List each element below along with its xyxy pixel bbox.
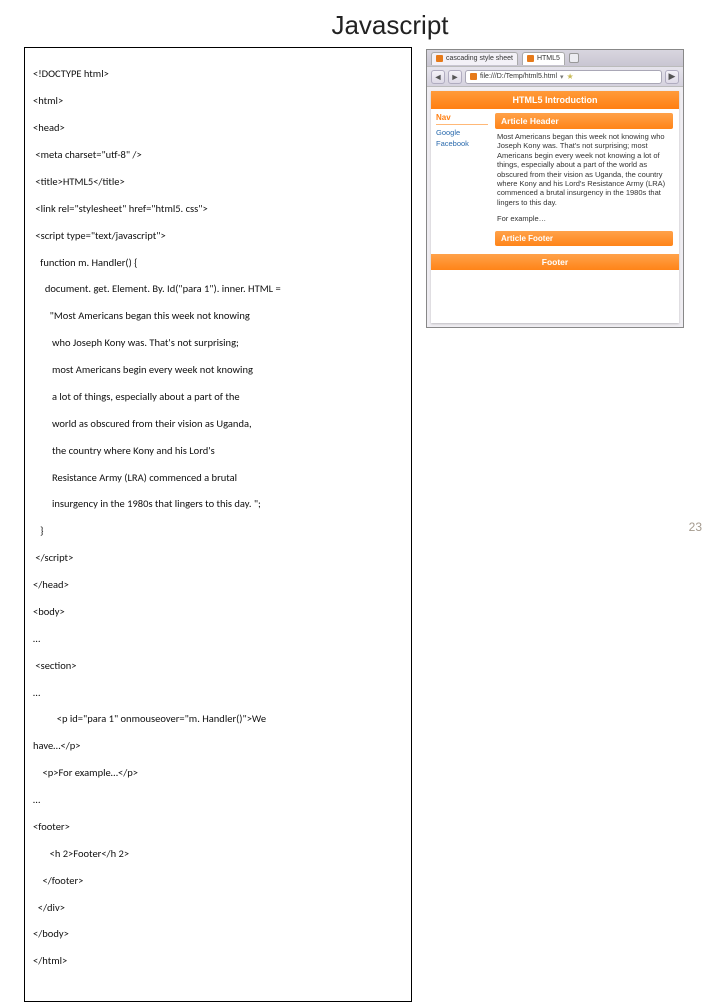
slide-title: Javascript (60, 0, 720, 47)
nav-link[interactable]: Facebook (436, 139, 488, 148)
go-button[interactable]: ▶ (665, 70, 679, 84)
dropdown-icon[interactable]: ▾ (560, 73, 564, 81)
address-bar[interactable]: file:///D:/Temp/html5.html ▾ ★ (465, 70, 662, 84)
forward-button[interactable]: ► (448, 70, 462, 84)
viewport: HTML5 Introduction Nav Google Facebook A… (427, 86, 683, 327)
tab-inactive[interactable]: cascading style sheet (431, 52, 518, 65)
code-line: most Americans begin every week not know… (33, 363, 403, 376)
tab-active[interactable]: HTML5 (522, 52, 565, 65)
code-line: <title>HTML5</title> (33, 175, 403, 188)
browser-mockup: cascading style sheet HTML5 ◄ ► file:///… (426, 49, 684, 1002)
article: Article Header Most Americans began this… (493, 109, 679, 250)
page-banner: HTML5 Introduction (431, 91, 679, 109)
code-line: Resistance Army (LRA) commenced a brutal (33, 471, 403, 484)
article-paragraph: For example… (495, 211, 673, 227)
rendered-page: HTML5 Introduction Nav Google Facebook A… (431, 91, 679, 323)
code-listing: <!DOCTYPE html> <html> <head> <meta char… (24, 47, 412, 1002)
code-line: <footer> (33, 820, 403, 833)
code-line: <head> (33, 121, 403, 134)
back-button[interactable]: ◄ (431, 70, 445, 84)
code-line: </script> (33, 551, 403, 564)
article-paragraph[interactable]: Most Americans began this week not knowi… (495, 129, 673, 211)
code-line: </body> (33, 927, 403, 940)
toolbar: ◄ ► file:///D:/Temp/html5.html ▾ ★ ▶ (427, 66, 683, 86)
code-line: the country where Kony and his Lord's (33, 444, 403, 457)
page-footer: Footer (431, 254, 679, 270)
code-line: } (33, 524, 403, 537)
code-line: <meta charset="utf-8" /> (33, 148, 403, 161)
nav-header: Nav (436, 113, 488, 125)
code-line: insurgency in the 1980s that lingers to … (33, 497, 403, 510)
article-header: Article Header (495, 113, 673, 129)
code-line: </html> (33, 954, 403, 967)
bookmark-icon[interactable]: ★ (567, 72, 574, 81)
code-line: </head> (33, 578, 403, 591)
favicon-icon (436, 55, 443, 62)
browser-window: cascading style sheet HTML5 ◄ ► file:///… (426, 49, 684, 328)
code-line: <p>For example…</p> (33, 766, 403, 779)
url-favicon-icon (470, 73, 477, 80)
code-line: <h 2>Footer</h 2> (33, 847, 403, 860)
content-row: <!DOCTYPE html> <html> <head> <meta char… (0, 47, 720, 1002)
code-line: … (33, 686, 403, 699)
nav-link[interactable]: Google (436, 128, 488, 137)
slide-number: 23 (689, 520, 702, 534)
favicon-icon (527, 55, 534, 62)
tab-label: cascading style sheet (446, 55, 513, 62)
tab-label: HTML5 (537, 55, 560, 62)
nav-sidebar: Nav Google Facebook (431, 109, 493, 250)
code-line: a lot of things, especially about a part… (33, 390, 403, 403)
code-line: world as obscured from their vision as U… (33, 417, 403, 430)
code-line: "Most Americans began this week not know… (33, 309, 403, 322)
code-line: <p id="para 1" onmouseover="m. Handler()… (33, 712, 403, 725)
code-line: </div> (33, 901, 403, 914)
code-line: <body> (33, 605, 403, 618)
code-line: <section> (33, 659, 403, 672)
tab-strip: cascading style sheet HTML5 (427, 50, 683, 66)
code-line: <script type="text/javascript"> (33, 229, 403, 242)
code-line: who Joseph Kony was. That's not surprisi… (33, 336, 403, 349)
code-line: document. get. Element. By. Id("para 1")… (33, 282, 403, 295)
code-line: … (33, 632, 403, 645)
code-line: <link rel="stylesheet" href="html5. css"… (33, 202, 403, 215)
code-line: <!DOCTYPE html> (33, 67, 403, 80)
new-tab-button[interactable] (569, 53, 579, 63)
code-line: have…</p> (33, 739, 403, 752)
code-line: … (33, 793, 403, 806)
page-layout: Nav Google Facebook Article Header Most … (431, 109, 679, 250)
code-line: </footer> (33, 874, 403, 887)
code-line: <html> (33, 94, 403, 107)
code-line: function m. Handler() { (33, 256, 403, 269)
url-text: file:///D:/Temp/html5.html (480, 73, 557, 80)
article-footer: Article Footer (495, 231, 673, 246)
